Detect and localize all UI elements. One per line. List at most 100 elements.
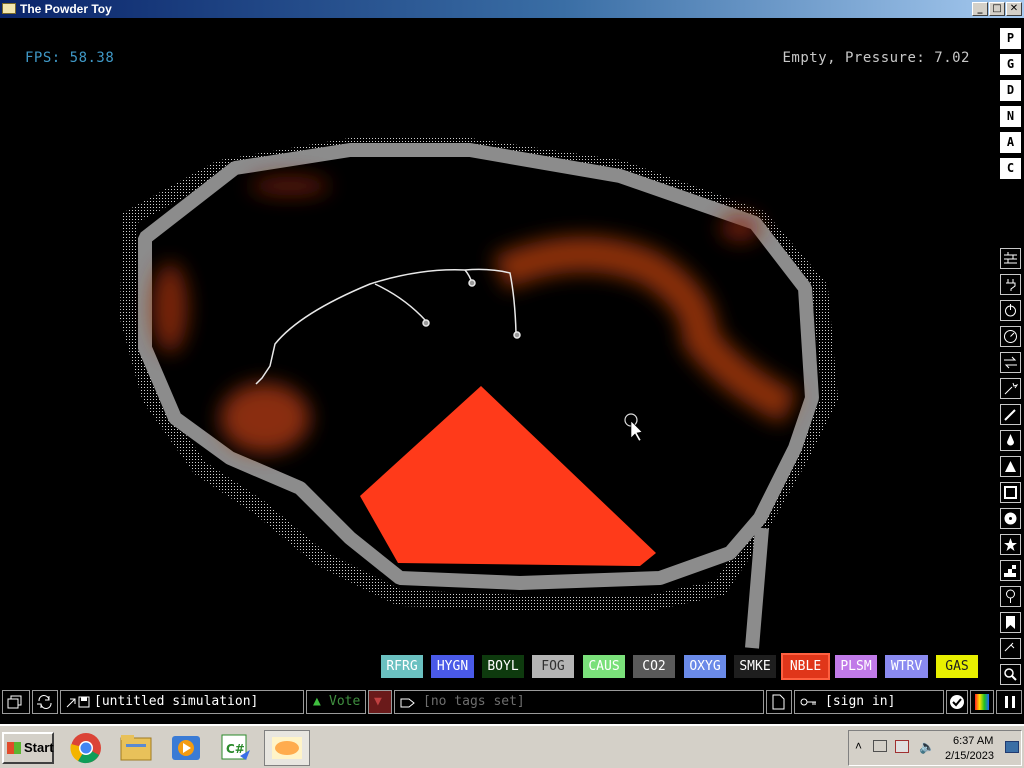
- pause-menu-button[interactable]: P: [1000, 28, 1021, 49]
- newtonian-gravity-button[interactable]: N: [1000, 106, 1021, 127]
- windows-flag-icon: [7, 742, 21, 754]
- tools-category-button[interactable]: [1000, 586, 1021, 607]
- search-button[interactable]: [1000, 664, 1021, 685]
- render-options-icon: [975, 694, 989, 710]
- minimize-button[interactable]: _: [972, 2, 988, 16]
- radioactive-icon: [1004, 512, 1017, 525]
- gases-category-button[interactable]: [1000, 404, 1021, 425]
- tags-button[interactable]: [no tags set]: [394, 690, 764, 714]
- save-name: [untitled simulation]: [94, 694, 259, 709]
- clear-simulation-button[interactable]: [766, 690, 792, 714]
- element-nble-button[interactable]: NBLE: [781, 653, 830, 680]
- open-save-icon: [7, 695, 22, 709]
- start-label: Start: [24, 740, 54, 755]
- reload-button[interactable]: [32, 690, 58, 714]
- show-hidden-icons-icon[interactable]: ˄: [855, 739, 862, 753]
- network-icon[interactable]: [873, 740, 887, 752]
- media-player-icon[interactable]: [168, 730, 204, 766]
- sensors-category-button[interactable]: [1000, 326, 1021, 347]
- start-button[interactable]: Start: [2, 732, 54, 764]
- powered-category-button[interactable]: [1000, 300, 1021, 321]
- vote-down-button[interactable]: ▼: [368, 690, 392, 714]
- windows-taskbar: Start C# ˄ 🔈 6:37 AM 2/15/2023: [0, 724, 1024, 768]
- element-co2-button[interactable]: CO2: [633, 655, 675, 678]
- chrome-icon[interactable]: [68, 730, 104, 766]
- volume-icon[interactable]: 🔈: [919, 739, 935, 755]
- clock-time[interactable]: 6:37 AM: [953, 735, 993, 747]
- favorites-icon: [1006, 616, 1015, 629]
- render-options-button[interactable]: [970, 690, 994, 714]
- open-button[interactable]: [2, 690, 30, 714]
- power-icon: [1005, 304, 1016, 317]
- window-title-bar[interactable]: The Powder Toy _ □ ✕: [0, 0, 1024, 18]
- liquids-icon: [1007, 434, 1014, 446]
- explosives-icon: [1004, 382, 1018, 395]
- walls-category-button[interactable]: [1000, 248, 1021, 269]
- element-fog-button[interactable]: FOG: [532, 655, 574, 678]
- element-hygn-button[interactable]: HYGN: [431, 655, 474, 678]
- radioactive-category-button[interactable]: [1000, 508, 1021, 529]
- liquids-category-button[interactable]: [1000, 430, 1021, 451]
- special-category-button[interactable]: [1000, 534, 1021, 555]
- powder-toy-icon[interactable]: [264, 730, 310, 766]
- brush-cursor: [624, 413, 643, 442]
- force-category-button[interactable]: [1000, 352, 1021, 373]
- wall-spout: [745, 527, 769, 649]
- explorer-icon[interactable]: [118, 730, 154, 766]
- close-button[interactable]: ✕: [1006, 2, 1022, 16]
- svg-text:C#: C#: [226, 742, 245, 756]
- gases-icon: [1004, 409, 1016, 421]
- save-simulation-button[interactable]: [untitled simulation]: [60, 690, 304, 714]
- lightning-arc: [255, 268, 521, 385]
- settings-button[interactable]: [946, 690, 968, 714]
- action-center-icon[interactable]: [895, 740, 909, 753]
- show-desktop-icon[interactable]: [1005, 741, 1019, 753]
- simulation-canvas[interactable]: FPS: 58.38 Empty, Pressure: 7.02 RFRG HYG…: [0, 18, 996, 688]
- noble-gas-mass: [360, 386, 656, 566]
- wall-icon: [1004, 252, 1017, 264]
- reload-icon: [37, 694, 52, 710]
- element-oxyg-button[interactable]: OXYG: [684, 655, 726, 678]
- pause-icon: [1005, 696, 1015, 708]
- tags-text: [no tags set]: [423, 694, 525, 709]
- decoration-category-button[interactable]: [1000, 638, 1021, 659]
- element-gas-button[interactable]: GAS: [936, 655, 978, 678]
- life-category-button[interactable]: [1000, 560, 1021, 581]
- save-file-icon: [78, 696, 90, 708]
- solids-category-button[interactable]: [1000, 482, 1021, 503]
- pressure-readout: Empty, Pressure: 7.02: [782, 50, 970, 66]
- category-menu: P G D N A C: [996, 18, 1024, 688]
- powders-category-button[interactable]: [1000, 456, 1021, 477]
- electronics-icon: [1006, 279, 1016, 291]
- element-rfrg-button[interactable]: RFRG: [381, 655, 423, 678]
- bottom-toolbar: [untitled simulation] ▲ Vote ▼ [no tags …: [0, 688, 1024, 716]
- explosives-category-button[interactable]: [1000, 378, 1021, 399]
- sign-in-button[interactable]: [sign in]: [794, 690, 944, 714]
- simulation-scene: [119, 138, 839, 649]
- element-smke-button[interactable]: SMKE: [734, 655, 776, 678]
- powders-icon: [1005, 461, 1016, 472]
- decorations-button[interactable]: D: [1000, 80, 1021, 101]
- element-boyl-button[interactable]: BOYL: [482, 655, 524, 678]
- solids-icon: [1004, 486, 1017, 499]
- element-caus-button[interactable]: CAUS: [583, 655, 625, 678]
- thumb-down-icon: ▼: [374, 694, 382, 709]
- settings-check-icon: [950, 695, 964, 709]
- clock-date[interactable]: 2/15/2023: [945, 750, 994, 762]
- electronics-category-button[interactable]: [1000, 274, 1021, 295]
- gravity-display-button[interactable]: G: [1000, 54, 1021, 75]
- pause-button[interactable]: [996, 690, 1022, 714]
- sign-in-label: [sign in]: [825, 694, 896, 709]
- element-wtrv-button[interactable]: WTRV: [885, 655, 928, 678]
- vote-up-button[interactable]: ▲ Vote: [306, 690, 366, 714]
- element-plsm-button[interactable]: PLSM: [835, 655, 877, 678]
- ambient-heat-button[interactable]: A: [1000, 132, 1021, 153]
- force-icon: [1004, 356, 1017, 369]
- csharp-icon[interactable]: C#: [218, 730, 254, 766]
- console-button[interactable]: C: [1000, 158, 1021, 179]
- tag-icon: [400, 698, 415, 708]
- fps-readout: FPS: 58.38: [25, 50, 115, 66]
- maximize-button[interactable]: □: [989, 2, 1005, 16]
- favorites-category-button[interactable]: [1000, 612, 1021, 633]
- sensor-icon: [1004, 330, 1017, 343]
